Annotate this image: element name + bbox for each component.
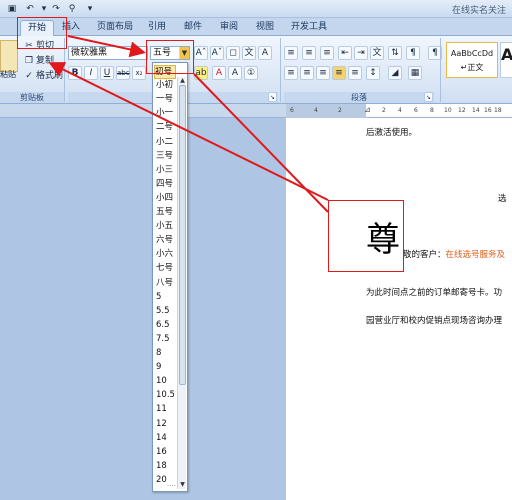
annotation-arrows [48,35,329,213]
arrow-to-font-size [67,35,146,58]
arrow-to-copy [48,62,329,201]
